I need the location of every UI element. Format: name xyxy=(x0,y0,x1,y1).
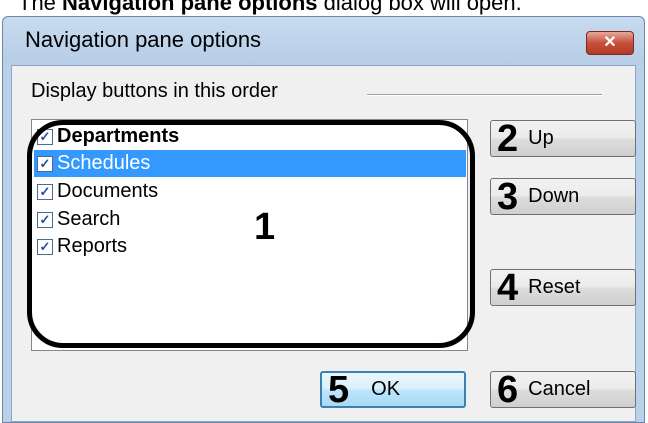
navigation-pane-options-dialog: Navigation pane options ✕ Display button… xyxy=(2,16,645,423)
down-button[interactable]: 3 Down xyxy=(490,175,636,218)
checkbox[interactable]: ✓ xyxy=(37,128,53,145)
caption-text: The Navigation pane options dialog box w… xyxy=(18,0,522,16)
reset-button-label: Reset xyxy=(528,276,581,298)
ok-button[interactable]: 5 OK xyxy=(320,368,466,411)
ok-button-label: OK xyxy=(371,378,401,400)
caption-prefix: The xyxy=(18,0,63,15)
list-item-label: Reports xyxy=(57,235,128,257)
checkbox[interactable]: ✓ xyxy=(37,211,53,228)
list-item-label: Departments xyxy=(57,125,180,147)
check-icon: ✓ xyxy=(39,212,51,227)
caption-suffix: dialog box will open. xyxy=(317,0,522,15)
list-item-documents[interactable]: ✓ Documents xyxy=(37,178,158,205)
callout-number-reset: 4 xyxy=(497,266,519,309)
down-button-label: Down xyxy=(528,185,580,207)
dialog-title: Navigation pane options xyxy=(25,27,262,52)
check-icon: ✓ xyxy=(39,184,51,199)
check-icon: ✓ xyxy=(39,239,51,254)
dialog-client-area: Display buttons in this order ✓ Departme… xyxy=(11,65,636,422)
list-item-label: Search xyxy=(57,208,121,230)
list-item-departments[interactable]: ✓ Departments xyxy=(37,123,179,150)
list-item-label: Documents xyxy=(57,180,159,202)
list-item-search[interactable]: ✓ Search xyxy=(37,206,120,233)
up-button[interactable]: 2 Up xyxy=(490,117,636,160)
callout-number-down: 3 xyxy=(497,175,519,218)
close-icon: ✕ xyxy=(603,34,617,51)
cancel-button[interactable]: 6 Cancel xyxy=(490,368,636,411)
list-item-schedules[interactable]: ✓ Schedules xyxy=(34,150,466,177)
title-bar[interactable]: Navigation pane options ✕ xyxy=(3,17,644,65)
callout-number-ok: 5 xyxy=(328,368,350,411)
checkbox[interactable]: ✓ xyxy=(37,155,53,172)
check-icon: ✓ xyxy=(39,129,51,144)
cancel-button-label: Cancel xyxy=(528,378,591,400)
callout-number-cancel: 6 xyxy=(497,368,519,411)
callout-number-list: 1 xyxy=(254,206,276,248)
list-item-label: Schedules xyxy=(57,152,151,174)
callout-number-up: 2 xyxy=(497,117,519,160)
checkbox[interactable]: ✓ xyxy=(37,238,53,255)
up-button-label: Up xyxy=(528,127,554,149)
button-order-list[interactable]: ✓ Departments ✓ Schedules ✓ Documents ✓ … xyxy=(27,119,475,351)
group-separator xyxy=(367,94,602,96)
reset-button[interactable]: 4 Reset xyxy=(490,266,636,309)
caption-bold: Navigation pane options xyxy=(62,0,318,15)
close-button[interactable]: ✕ xyxy=(586,31,634,55)
check-icon: ✓ xyxy=(39,156,51,171)
group-label: Display buttons in this order xyxy=(31,80,278,102)
list-item-reports[interactable]: ✓ Reports xyxy=(37,233,127,260)
checkbox[interactable]: ✓ xyxy=(37,183,53,200)
